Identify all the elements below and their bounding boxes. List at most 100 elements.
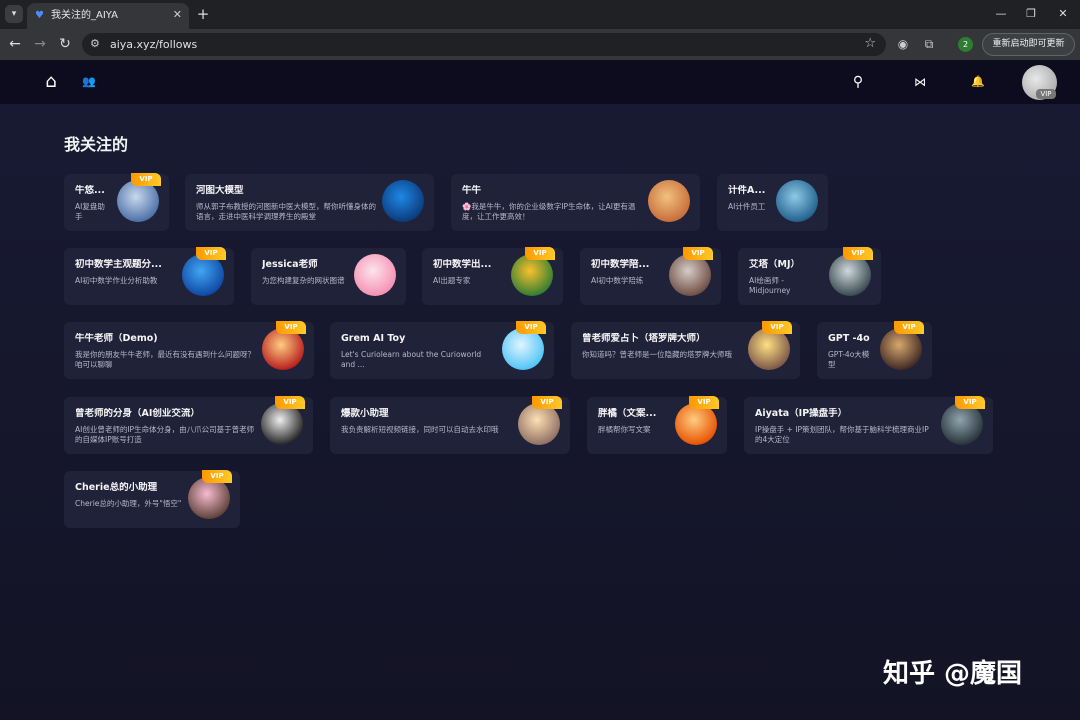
card-avatar (941, 403, 983, 445)
follow-card[interactable]: 河图大模型师从郭子布教授的河图新中医大模型，帮你听懂身体的语言，走进中医科学调理… (185, 174, 434, 231)
tab-title: 我关注的_AIYA (51, 10, 118, 21)
update-restart-button[interactable]: 重新启动即可更新 (982, 33, 1075, 56)
vip-badge: VIP (196, 247, 226, 260)
vip-badge: VIP (276, 321, 306, 334)
card-description: 胖橘帮你写文案 (598, 425, 651, 434)
card-name: 初中数学陪... (591, 259, 650, 270)
restore-button[interactable]: ❐ (1023, 6, 1039, 22)
card-description: 🌸我是牛牛，你的企业级数字IP生命体，让AI更有温度，让工作更高效！ (462, 202, 636, 221)
card-avatar (518, 403, 560, 445)
card-avatar (748, 328, 790, 370)
card-name: 艾塔（MJ） (749, 259, 800, 270)
card-avatar (188, 477, 230, 519)
minimize-button[interactable]: — (993, 6, 1009, 22)
card-avatar (262, 328, 304, 370)
vip-badge: VIP (532, 396, 562, 409)
app-header: ⌂ 👥 ⚲ ⋈ 🔔 VIP (0, 60, 1080, 104)
card-name: 曾老师爱占卜（塔罗牌大师） (582, 333, 706, 344)
card-name: 初中数学主观题分... (75, 259, 162, 270)
vip-badge: VIP (525, 247, 555, 260)
card-avatar (502, 328, 544, 370)
follow-card[interactable]: 牛悠... AI复盘助手 VIP (64, 173, 169, 231)
share-icon[interactable]: ⋈ (910, 72, 930, 92)
follow-card[interactable]: 胖橘（文案... 胖橘帮你写文案 VIP (587, 396, 727, 454)
card-name: 牛牛 (462, 185, 482, 196)
reload-icon[interactable]: ↻ (56, 35, 74, 53)
follow-card[interactable]: GPT -4o GPT-4o大模型 VIP (817, 321, 932, 379)
card-description: AI计件员工 (728, 202, 766, 211)
card-description: GPT-4o大模型 (828, 350, 870, 369)
follow-card[interactable]: 牛牛 🌸我是牛牛，你的企业级数字IP生命体，让AI更有温度，让工作更高效！ (451, 174, 700, 231)
card-avatar (261, 403, 303, 445)
card-name: 计件A... (728, 185, 766, 196)
follow-card[interactable]: 初中数学出... AI出题专家 VIP (422, 247, 563, 305)
follow-card[interactable]: 初中数学主观题分... AI初中数学作业分析助教 VIP (64, 247, 234, 305)
extension-icon[interactable]: ◉ (895, 36, 911, 52)
card-description: 我是你的朋友牛牛老师，最近有没有遇到什么问题呀？咱可以聊聊 (75, 350, 255, 369)
tab-search-button[interactable]: ▾ (5, 5, 23, 23)
card-avatar (354, 254, 396, 296)
vip-badge: VIP (762, 321, 792, 334)
follow-card[interactable]: Aiyata（IP操盘手） IP操盘手 + IP策划团队，帮你基于脑科学梳理商业I… (744, 396, 993, 454)
follow-card[interactable]: 曾老师爱占卜（塔罗牌大师） 你知道吗？曾老师是一位隐藏的塔罗牌大师哦 VIP (571, 321, 800, 379)
tab-close-icon[interactable]: ✕ (173, 8, 182, 22)
card-description: AI初中数学作业分析助教 (75, 276, 158, 285)
follow-card[interactable]: 初中数学陪... AI初中数学陪练 VIP (580, 247, 721, 305)
card-description: AI初中数学陪练 (591, 276, 644, 285)
extensions-puzzle-icon[interactable]: ⧉ (921, 36, 937, 52)
vip-badge: VIP (689, 396, 719, 409)
follow-card[interactable]: 爆款小助理 我负责解析短视频链接，同时可以自动去水印哦 VIP (330, 396, 570, 454)
search-icon[interactable]: ⚲ (848, 72, 868, 92)
card-avatar (511, 254, 553, 296)
site-info-icon[interactable]: ⚙ (90, 37, 100, 51)
vip-badge: VIP (894, 321, 924, 334)
vip-badge: VIP (275, 396, 305, 409)
card-name: Grem AI Toy (341, 333, 406, 344)
card-name: Jessica老师 (262, 259, 318, 270)
new-tab-button[interactable]: + (195, 4, 211, 24)
vip-badge: VIP (202, 470, 232, 483)
card-description: AI绘画师 - Midjourney (749, 276, 791, 295)
card-avatar (182, 254, 224, 296)
card-avatar (382, 180, 424, 222)
url-text[interactable]: aiya.xyz/follows (110, 38, 197, 51)
card-avatar (880, 328, 922, 370)
bookmark-star-icon[interactable]: ☆ (864, 36, 876, 52)
vip-badge: VIP (516, 321, 546, 334)
address-bar[interactable]: ⚙ aiya.xyz/follows ☆ (82, 33, 886, 56)
home-icon[interactable]: ⌂ (41, 72, 61, 92)
card-name: Aiyata（IP操盘手） (755, 408, 848, 419)
watermark-text: 知乎 @魔国 (883, 659, 1023, 689)
close-window-button[interactable]: ✕ (1055, 6, 1071, 22)
card-description: 为您构建复杂的网状图谱 (262, 276, 345, 285)
card-description: AI复盘助手 (75, 202, 105, 221)
main-content: 我关注的 牛悠... AI复盘助手 VIP 河图大模型师从郭子布教授的河图新中医大模型… (0, 104, 1080, 720)
back-icon[interactable]: ← (6, 35, 24, 53)
forward-icon[interactable]: → (31, 35, 49, 53)
card-name: GPT -4o (828, 333, 870, 344)
follow-card[interactable]: 计件A... AI计件员工 (717, 174, 828, 231)
profile-badge[interactable]: 2 (958, 37, 973, 52)
card-name: 爆款小助理 (341, 408, 389, 419)
follow-card[interactable]: Jessica老师为您构建复杂的网状图谱 (251, 248, 406, 305)
card-description: AI出题专家 (433, 276, 471, 285)
card-avatar (675, 403, 717, 445)
follow-card[interactable]: 牛牛老师（Demo) 我是你的朋友牛牛老师，最近有没有遇到什么问题呀？咱可以聊聊 V… (64, 321, 314, 379)
page-title: 我关注的 (64, 135, 129, 154)
avatar-vip-badge: VIP (1036, 89, 1056, 99)
follow-card[interactable]: 艾塔（MJ） AI绘画师 - Midjourney VIP (738, 247, 881, 305)
card-description: IP操盘手 + IP策划团队，帮你基于脑科学梳理商业IP的4大定位 (755, 425, 929, 444)
bell-icon[interactable]: 🔔 (968, 72, 988, 92)
follow-card[interactable]: 曾老师的分身（AI创业交流） AI创业曾老师的IP生命体分身，由八爪公司基于曾老师… (64, 396, 313, 454)
card-name: 河图大模型 (196, 185, 244, 196)
card-avatar (648, 180, 690, 222)
card-name: 初中数学出... (433, 259, 492, 270)
vip-badge: VIP (843, 247, 873, 260)
follow-card[interactable]: Cherie总的小助理 Cherie总的小助理，外号"悟空" VIP (64, 470, 240, 528)
card-description: Cherie总的小助理，外号"悟空" (75, 499, 182, 508)
browser-tab[interactable]: ♥ 我关注的_AIYA ✕ (27, 3, 189, 29)
follow-card[interactable]: Grem AI Toy Let's Curiolearn about the Cu… (330, 321, 554, 379)
card-name: 胖橘（文案... (598, 408, 657, 419)
follows-users-icon[interactable]: 👥 (79, 72, 99, 92)
card-description: 师从郭子布教授的河图新中医大模型，帮你听懂身体的语言，走进中医科学调理养生的殿堂 (196, 202, 376, 221)
